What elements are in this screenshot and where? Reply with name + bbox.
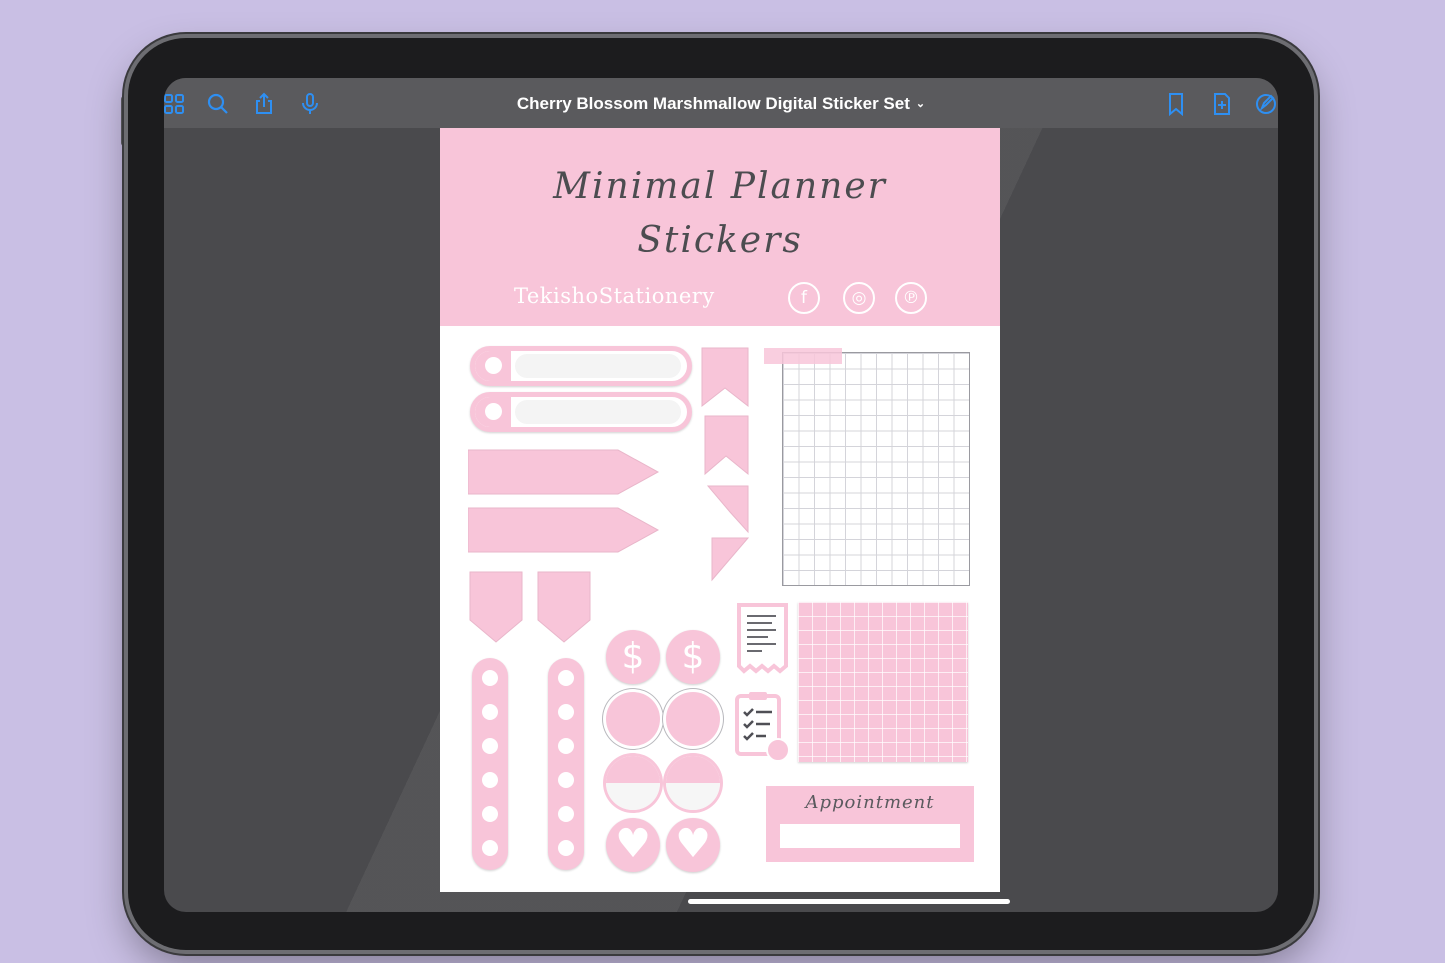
receipt-icon[interactable] bbox=[736, 602, 790, 674]
tablet-screen: Cherry Blossom Marshmallow Digital Stick… bbox=[164, 78, 1278, 912]
label-pill-sticker[interactable] bbox=[470, 346, 692, 386]
markup-pen-icon[interactable] bbox=[1254, 92, 1278, 116]
home-indicator[interactable] bbox=[688, 899, 1010, 904]
heart-circle-sticker[interactable]: ♥ bbox=[666, 818, 720, 872]
sheet-title-line1: Minimal Planner bbox=[553, 166, 887, 207]
app-toolbar: Cherry Blossom Marshmallow Digital Stick… bbox=[164, 78, 1278, 128]
arrow-flag-stickers[interactable] bbox=[468, 448, 660, 558]
grid-notepaper-sticker[interactable] bbox=[782, 352, 970, 586]
half-circle-sticker[interactable] bbox=[606, 756, 660, 810]
document-title[interactable]: Cherry Blossom Marshmallow Digital Stick… bbox=[164, 94, 1278, 114]
dollar-circle-sticker[interactable]: $ bbox=[606, 630, 660, 684]
instagram-icon: ◎ bbox=[843, 282, 875, 314]
heart-circle-sticker[interactable]: ♥ bbox=[606, 818, 660, 872]
pinterest-icon: ℗ bbox=[895, 282, 927, 314]
bookmark-icon[interactable] bbox=[1164, 92, 1188, 117]
pink-grid-notepaper-sticker[interactable] bbox=[798, 602, 968, 762]
add-page-icon[interactable] bbox=[1210, 92, 1234, 116]
clipboard-checklist-icon[interactable] bbox=[734, 690, 794, 764]
ringed-circle-sticker[interactable] bbox=[606, 692, 660, 746]
brand-name: TekishoStationery bbox=[514, 284, 715, 308]
dot-strip-sticker[interactable] bbox=[548, 658, 584, 870]
facebook-icon: f bbox=[788, 282, 820, 314]
sheet-title-line2: Stickers bbox=[637, 220, 803, 261]
appointment-label-sticker[interactable]: Appointment bbox=[766, 786, 974, 862]
appointment-field bbox=[780, 824, 960, 848]
banner-flag-stickers[interactable] bbox=[700, 346, 752, 586]
washi-tape-sticker[interactable] bbox=[764, 348, 842, 364]
dollar-circle-sticker[interactable]: $ bbox=[666, 630, 720, 684]
tablet-side-button bbox=[121, 96, 126, 146]
ringed-circle-sticker[interactable] bbox=[666, 692, 720, 746]
chevron-down-icon: ⌄ bbox=[915, 98, 926, 110]
sheet-header: Minimal Planner Stickers TekishoStatione… bbox=[440, 128, 1000, 326]
document-title-text: Cherry Blossom Marshmallow Digital Stick… bbox=[516, 94, 910, 113]
half-circle-sticker[interactable] bbox=[666, 756, 720, 810]
pentagon-tab-stickers[interactable] bbox=[468, 570, 594, 646]
sheet-title: Minimal Planner Stickers bbox=[440, 160, 1000, 268]
sticker-sheet-page[interactable]: Minimal Planner Stickers TekishoStatione… bbox=[440, 128, 1000, 892]
tablet-frame: Cherry Blossom Marshmallow Digital Stick… bbox=[128, 38, 1314, 950]
label-pill-sticker[interactable] bbox=[470, 392, 692, 432]
dot-strip-sticker[interactable] bbox=[472, 658, 508, 870]
appointment-title: Appointment bbox=[805, 792, 935, 813]
